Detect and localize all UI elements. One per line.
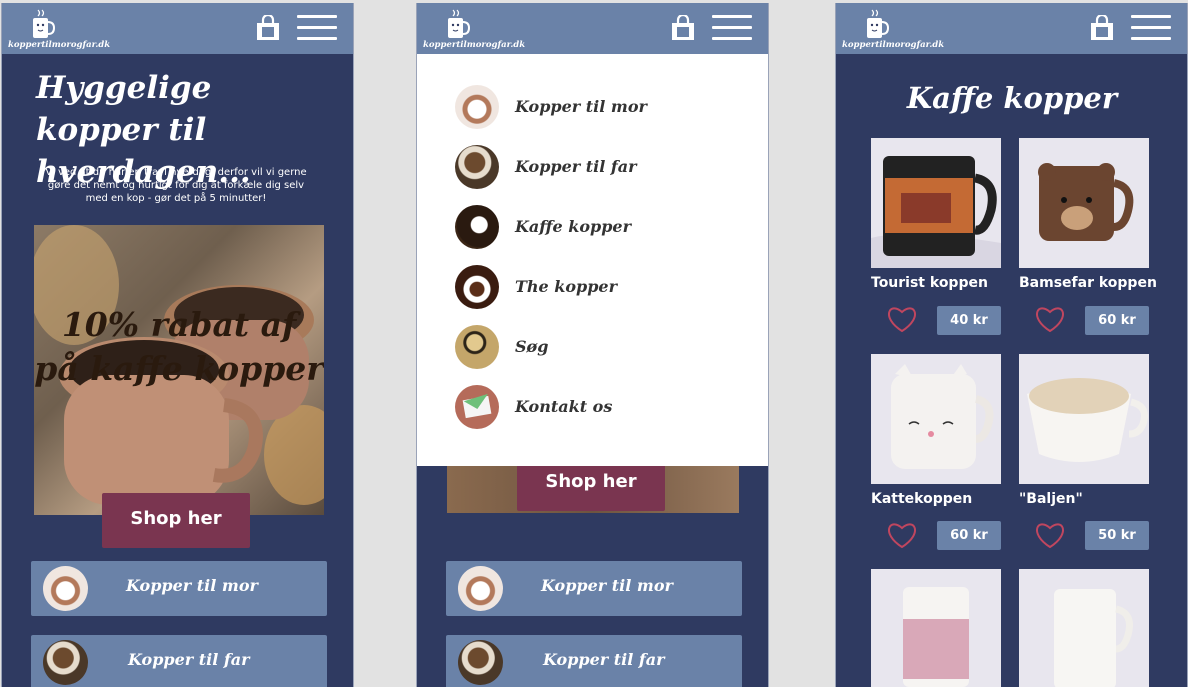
category-screen: koppertilmorogfar.dk Kaffe kopper Touris…	[835, 3, 1188, 687]
logo-text: koppertilmorogfar.dk	[842, 40, 945, 50]
menu-item-label: Søg	[515, 337, 549, 356]
heart-icon[interactable]	[886, 521, 918, 549]
menu-screen: koppertilmorogfar.dk Shop her Kopper til…	[416, 3, 769, 687]
category-row-dad[interactable]: Kopper til far	[446, 635, 742, 687]
product-image[interactable]	[1019, 138, 1149, 268]
menu-item-contact[interactable]: Kontakt os	[455, 385, 745, 431]
envelope-icon	[455, 385, 499, 429]
mom-cup-thumbnail	[455, 85, 499, 129]
product-image[interactable]	[871, 569, 1001, 687]
top-bar: koppertilmorogfar.dk	[2, 3, 353, 54]
cup-logo-icon	[33, 9, 56, 38]
cup-logo-icon	[867, 9, 890, 38]
mom-cup-thumbnail	[43, 566, 88, 611]
product-name[interactable]: Tourist koppen	[871, 275, 988, 291]
dad-cup-thumbnail	[455, 145, 499, 189]
menu-item-label: Kontakt os	[515, 397, 613, 416]
product-name[interactable]: Kattekoppen	[871, 491, 972, 507]
shopping-bag-icon[interactable]	[1090, 15, 1114, 41]
product-image[interactable]	[1019, 569, 1149, 687]
category-row-mom[interactable]: Kopper til mor	[31, 561, 327, 616]
product-name[interactable]: Bamsefar koppen	[1019, 275, 1157, 291]
category-label: Kopper til mor	[541, 576, 673, 595]
category-row-mom[interactable]: Kopper til mor	[446, 561, 742, 616]
heart-icon[interactable]	[886, 305, 918, 333]
dad-cup-thumbnail	[43, 640, 88, 685]
shopping-bag-icon[interactable]	[671, 15, 695, 41]
top-bar: koppertilmorogfar.dk	[836, 3, 1187, 54]
menu-item-tea[interactable]: The kopper	[455, 265, 745, 311]
cup-logo-icon	[448, 9, 471, 38]
dad-cup-thumbnail	[458, 640, 503, 685]
coffee-cup-thumbnail	[455, 205, 499, 249]
promo-text: 10% rabat af på kaffe kopper	[34, 305, 324, 388]
category-label: Kopper til far	[128, 650, 250, 669]
menu-item-label: Kopper til mor	[515, 97, 647, 116]
heart-icon[interactable]	[1034, 305, 1066, 333]
shop-here-button[interactable]: Shop her	[102, 493, 250, 548]
hamburger-menu-icon[interactable]	[297, 15, 337, 41]
page-title: Kaffe kopper	[906, 81, 1118, 115]
promo-banner[interactable]: 10% rabat af på kaffe kopper	[34, 225, 324, 515]
product-image[interactable]	[1019, 354, 1149, 484]
site-logo[interactable]: koppertilmorogfar.dk	[842, 6, 952, 52]
hamburger-menu-icon[interactable]	[712, 15, 752, 41]
shopping-bag-icon[interactable]	[256, 15, 280, 41]
heart-icon[interactable]	[1034, 521, 1066, 549]
product-name[interactable]: "Baljen"	[1019, 491, 1083, 507]
menu-item-dad[interactable]: Kopper til far	[455, 145, 745, 191]
product-image[interactable]	[871, 354, 1001, 484]
logo-text: koppertilmorogfar.dk	[423, 40, 526, 50]
home-screen: koppertilmorogfar.dk Hyggelige kopper ti…	[1, 3, 354, 687]
dropdown-menu: Kopper til mor Kopper til far Kaffe kopp…	[417, 54, 768, 466]
category-label: Kopper til mor	[126, 576, 258, 595]
price-tag[interactable]: 60 kr	[1085, 306, 1149, 335]
price-tag[interactable]: 50 kr	[1085, 521, 1149, 550]
site-logo[interactable]: koppertilmorogfar.dk	[423, 6, 533, 52]
menu-item-label: Kaffe kopper	[515, 217, 631, 236]
menu-item-label: Kopper til far	[515, 157, 637, 176]
mom-cup-thumbnail	[458, 566, 503, 611]
hamburger-menu-icon[interactable]	[1131, 15, 1171, 41]
category-label: Kopper til far	[543, 650, 665, 669]
tea-cup-thumbnail	[455, 265, 499, 309]
price-tag[interactable]: 60 kr	[937, 521, 1001, 550]
price-tag[interactable]: 40 kr	[937, 306, 1001, 335]
category-row-dad[interactable]: Kopper til far	[31, 635, 327, 687]
logo-text: koppertilmorogfar.dk	[8, 40, 111, 50]
menu-item-coffee[interactable]: Kaffe kopper	[455, 205, 745, 251]
magnifier-icon	[455, 325, 499, 369]
menu-item-label: The kopper	[515, 277, 618, 296]
product-image[interactable]	[871, 138, 1001, 268]
hero-subtitle: Vi ved at du har en travl hverdag, derfo…	[45, 167, 307, 204]
menu-item-mom[interactable]: Kopper til mor	[455, 85, 745, 131]
top-bar: koppertilmorogfar.dk	[417, 3, 768, 54]
site-logo[interactable]: koppertilmorogfar.dk	[8, 6, 118, 52]
menu-item-search[interactable]: Søg	[455, 325, 745, 371]
